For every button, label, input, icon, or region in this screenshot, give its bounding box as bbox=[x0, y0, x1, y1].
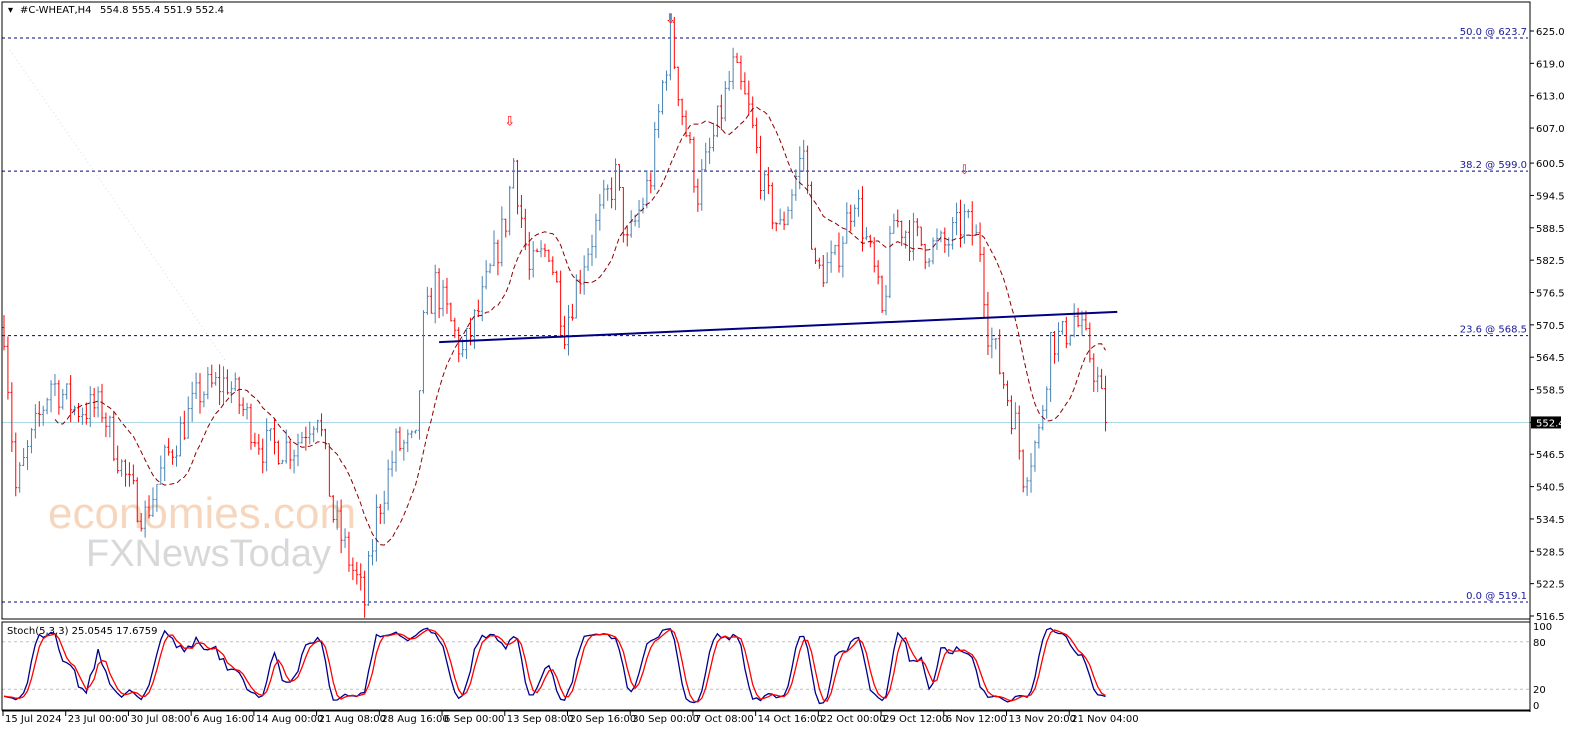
watermark-economies: economies.com bbox=[48, 489, 356, 538]
x-tick-label: 22 Oct 00:00 bbox=[820, 714, 885, 725]
x-tick-label: 6 Nov 12:00 bbox=[946, 714, 1007, 725]
y-tick-label: 564.5 bbox=[1536, 353, 1565, 364]
y-tick-label: 594.5 bbox=[1536, 191, 1565, 202]
x-tick-label: 20 Sep 16:00 bbox=[569, 714, 636, 725]
price-chart[interactable]: economies.com FXNewsToday 50.0 @ 623.7 38… bbox=[0, 0, 1596, 743]
y-tick-label: 607.0 bbox=[1536, 124, 1565, 135]
x-tick-label: 28 Aug 16:00 bbox=[381, 714, 448, 725]
x-tick-label: 7 Oct 08:00 bbox=[695, 714, 754, 725]
watermark-fxnewstoday: FXNewsToday bbox=[86, 533, 331, 575]
y-tick-label: 522.5 bbox=[1536, 580, 1565, 591]
y-tick-label: 534.5 bbox=[1536, 515, 1565, 526]
y-tick-label: 613.0 bbox=[1536, 92, 1565, 103]
x-tick-label: 15 Jul 2024 bbox=[5, 714, 62, 725]
y-tick-label: 528.5 bbox=[1536, 547, 1565, 558]
x-tick-label: 6 Sep 00:00 bbox=[444, 714, 504, 725]
chart-background bbox=[0, 0, 1596, 743]
down-arrow-icon: ⇩ bbox=[959, 163, 970, 178]
x-tick-label: 23 Jul 00:00 bbox=[68, 714, 128, 725]
down-arrow-icon: ⇩ bbox=[504, 114, 515, 129]
y-tick-label: 625.0 bbox=[1536, 27, 1565, 38]
x-tick-label: 13 Sep 08:00 bbox=[507, 714, 574, 725]
y-tick-label: 558.5 bbox=[1536, 386, 1565, 397]
y-tick-label: 546.5 bbox=[1536, 450, 1565, 461]
watermark: economies.com FXNewsToday bbox=[48, 489, 356, 575]
x-tick-label: 14 Aug 00:00 bbox=[256, 714, 323, 725]
y-tick-label: 576.5 bbox=[1536, 288, 1565, 299]
x-tick-label: 14 Oct 16:00 bbox=[758, 714, 823, 725]
y-tick-label: 540.5 bbox=[1536, 483, 1565, 494]
y-tick-label: 582.5 bbox=[1536, 256, 1565, 267]
y-tick-label: 516.5 bbox=[1536, 612, 1565, 623]
y-tick-label: 619.0 bbox=[1536, 59, 1565, 70]
chart-ohlc: 554.8 555.4 551.9 552.4 bbox=[100, 5, 224, 16]
stoch-title: Stoch(5,3,3) 25.0545 17.6759 bbox=[7, 626, 158, 637]
stoch-tick-label: 80 bbox=[1533, 638, 1546, 649]
chart-symbol: #C-WHEAT,H4 bbox=[20, 5, 92, 16]
x-tick-label: 21 Aug 08:00 bbox=[319, 714, 386, 725]
current-price-label: 552.4 bbox=[1536, 418, 1565, 429]
x-tick-label: 6 Aug 16:00 bbox=[193, 714, 254, 725]
down-arrow-icon: ⇩ bbox=[665, 12, 676, 27]
y-tick-label: 588.5 bbox=[1536, 224, 1565, 235]
fib-level-label: 50.0 @ 623.7 bbox=[1460, 27, 1527, 38]
stoch-tick-label: 20 bbox=[1533, 685, 1546, 696]
y-tick-label: 600.5 bbox=[1536, 159, 1565, 170]
x-tick-label: 29 Oct 12:00 bbox=[883, 714, 948, 725]
x-tick-label: 30 Jul 08:00 bbox=[130, 714, 190, 725]
x-tick-label: 30 Sep 00:00 bbox=[632, 714, 699, 725]
symbol-menu-icon[interactable]: ▾ bbox=[8, 5, 13, 16]
fib-level-label: 38.2 @ 599.0 bbox=[1460, 160, 1527, 171]
x-tick-label: 13 Nov 20:00 bbox=[1009, 714, 1076, 725]
stoch-tick-label: 100 bbox=[1533, 622, 1552, 633]
y-tick-label: 570.5 bbox=[1536, 321, 1565, 332]
fib-level-label: 0.0 @ 519.1 bbox=[1466, 591, 1527, 602]
stoch-tick-label: 0 bbox=[1533, 701, 1539, 712]
fib-level-label: 23.6 @ 568.5 bbox=[1460, 325, 1527, 336]
x-tick-label: 21 Nov 04:00 bbox=[1071, 714, 1138, 725]
